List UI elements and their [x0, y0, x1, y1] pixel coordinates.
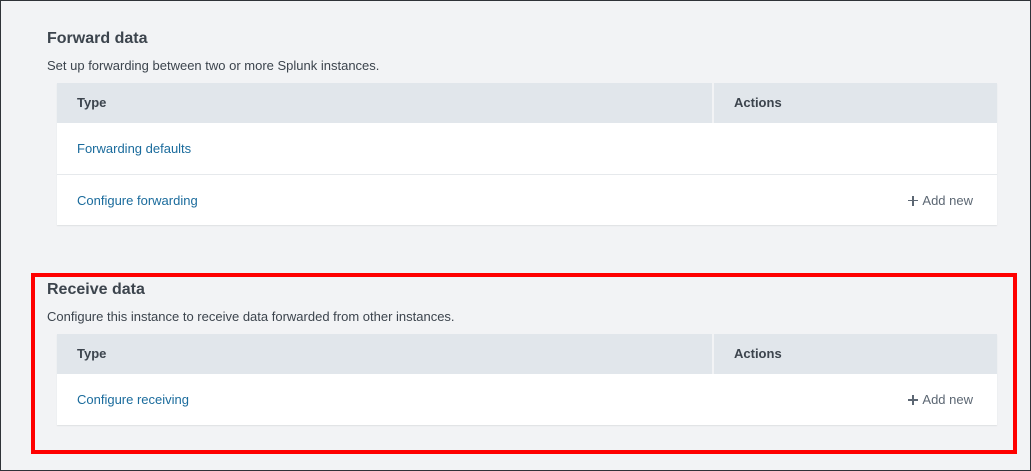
page-frame: Forward data Set up forwarding between t… [0, 0, 1031, 471]
plus-icon [908, 195, 919, 206]
table-row: Configure receiving Add new [57, 374, 997, 425]
receive-data-section: Receive data Configure this instance to … [47, 280, 997, 325]
forward-data-section: Forward data Set up forwarding between t… [47, 29, 997, 74]
plus-icon [908, 395, 919, 405]
receive-data-table: Type Actions Configure receiving Add new [57, 334, 997, 425]
column-header-type: Type [57, 83, 714, 123]
table-header: Type Actions [57, 83, 997, 123]
column-header-actions: Actions [734, 95, 782, 110]
table-row: Configure forwarding Add new [57, 174, 997, 225]
forward-data-title: Forward data [47, 30, 148, 47]
receive-data-description: Configure this instance to receive data … [47, 309, 455, 324]
table-row: Forwarding defaults [57, 123, 997, 174]
table-header: Type Actions [57, 334, 997, 374]
configure-forwarding-link[interactable]: Configure forwarding [77, 193, 198, 208]
add-new-label: Add new [922, 392, 973, 407]
add-new-label: Add new [922, 192, 973, 208]
receive-data-title: Receive data [47, 281, 145, 298]
forwarding-defaults-link[interactable]: Forwarding defaults [77, 141, 191, 156]
add-new-receiving-button[interactable]: Add new [716, 392, 997, 407]
column-header-actions: Actions [734, 346, 782, 361]
forward-data-description: Set up forwarding between two or more Sp… [47, 58, 380, 73]
add-new-forwarding-button[interactable]: Add new [716, 193, 997, 208]
configure-receiving-link[interactable]: Configure receiving [77, 392, 189, 407]
forward-data-table: Type Actions Forwarding defaults Configu… [57, 83, 997, 225]
column-header-type: Type [57, 334, 714, 374]
